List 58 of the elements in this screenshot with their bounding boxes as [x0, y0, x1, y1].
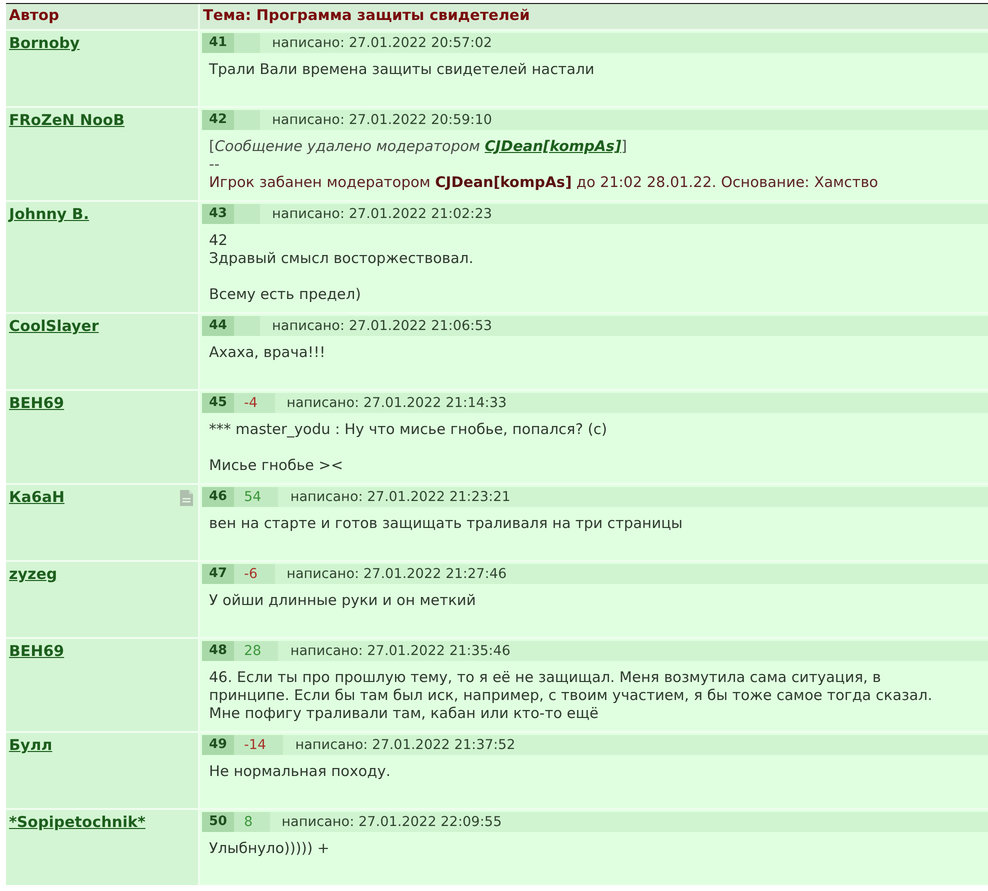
post-number: 49 — [202, 735, 234, 755]
post-number: 50 — [202, 812, 234, 832]
author-link[interactable]: Ка6аН — [9, 488, 64, 506]
rating-score: -14 — [234, 735, 284, 755]
post-date: написано: 27.01.2022 21:35:46 — [290, 642, 510, 661]
deleted-notice: [Сообщение удалено модератором CJDean[kompAs]] — [209, 138, 627, 156]
post-text: 42 Здравый смысл восторжествовал. — [209, 232, 474, 268]
post-text: У ойши длинные руки и он меткий — [209, 592, 477, 610]
author-link[interactable]: FRoZeN NooB — [9, 111, 125, 129]
post-number: 45 — [202, 393, 234, 413]
column-header: Автор — [6, 4, 198, 29]
rating-score: 8 — [234, 812, 270, 832]
ban-notice: Игрок забанен модератором CJDean[kompAs] до 21:02 28.01.22. Основание: Хамство — [209, 174, 878, 192]
post-date: написано: 27.01.2022 21:27:46 — [286, 564, 507, 584]
post-date: написано: 27.01.2022 22:09:55 — [282, 812, 502, 832]
post-date: написано: 27.01.2022 20:57:02 — [272, 34, 492, 53]
post-date: написано: 27.01.2022 21:06:53 — [272, 316, 492, 336]
author-link[interactable]: BEH69 — [9, 394, 64, 412]
post-number: 48 — [202, 641, 234, 661]
post-text: *** master_yodu : Ну что мисье гнобье, попался? (с) — [209, 421, 608, 439]
post-number: 42 — [202, 110, 234, 130]
post-text: Улыбнуло))))) + — [209, 840, 331, 858]
post-text: Всему есть предел) — [209, 286, 362, 304]
post-text: Мисье гнобье >< — [209, 457, 344, 475]
author-link[interactable]: Bornoby — [9, 34, 80, 52]
rating-score: -4 — [234, 393, 275, 413]
post-text: Не нормальная походу. — [209, 763, 392, 781]
post-date: написано: 27.01.2022 21:02:23 — [272, 204, 492, 224]
moderator-link[interactable]: CJDean[kompAs] — [484, 138, 622, 155]
post-number: 41 — [202, 33, 234, 53]
post-number: 44 — [202, 316, 234, 336]
post-text: 46. Если ты про прошлую тему, то я её не защищал. Меня возмутила сама ситуация, в принципе. Если бы там был иск, например, с твоим участием, я бы тоже самое тогда сказал. Мне пофигу траливали там, кабан или кто-то ещё — [209, 669, 934, 723]
rating-field — [234, 33, 260, 53]
document-icon[interactable] — [180, 490, 193, 506]
separator-text: -- — [209, 156, 220, 174]
post-date: написано: 27.01.2022 20:59:10 — [272, 110, 492, 130]
post-number: 43 — [202, 204, 234, 224]
post-text: вен на старте и готов защищать траливаля на три страницы — [209, 515, 684, 533]
rating-field — [234, 110, 260, 130]
post-number: 46 — [202, 487, 234, 507]
post-date: написано: 27.01.2022 21:23:21 — [290, 488, 510, 507]
post-text: Трали Вали времена защиты свидетелей настали — [209, 61, 596, 79]
rating-score: 54 — [234, 487, 278, 507]
rating-field — [234, 204, 260, 224]
rating-score: -6 — [234, 564, 275, 584]
column-header: Тема: Программа защиты свидетелей — [200, 4, 988, 29]
post-date: написано: 27.01.2022 21:37:52 — [295, 736, 516, 755]
rating-field — [234, 316, 260, 336]
author-link[interactable]: zyzeg — [9, 565, 58, 583]
author-link[interactable]: Булл — [9, 736, 52, 754]
rating-score: 28 — [234, 641, 278, 661]
post-date: написано: 27.01.2022 21:14:33 — [286, 394, 507, 413]
author-link[interactable]: CoolSlayer — [9, 317, 99, 335]
author-link[interactable]: BEH69 — [9, 642, 64, 660]
post-text: Ахаха, врача!!! — [209, 344, 326, 362]
post-number: 47 — [202, 564, 234, 584]
author-link[interactable]: Johnny B. — [9, 205, 90, 223]
author-link[interactable]: *Sopipetochnik* — [9, 813, 146, 831]
